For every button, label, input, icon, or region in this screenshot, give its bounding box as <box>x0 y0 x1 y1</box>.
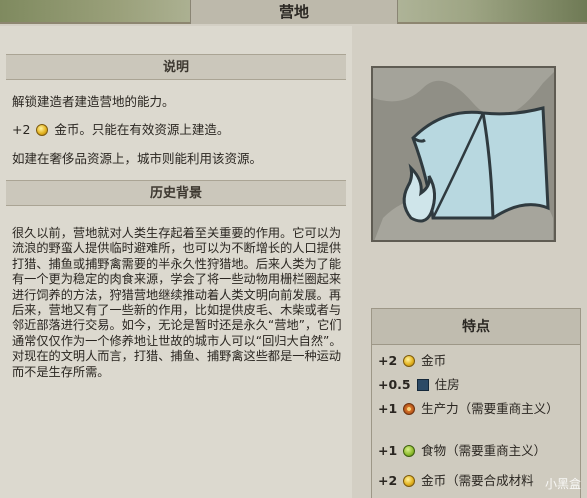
trait-label: 食物（需要重商主义） <box>421 443 547 458</box>
improvement-image <box>371 66 556 242</box>
traits-heading: 特点 <box>372 309 580 345</box>
trait-label: 住房 <box>434 377 460 392</box>
trait-row: +1 食物（需要重商主义） <box>378 443 578 459</box>
trait-row: +2 金币 <box>378 353 578 369</box>
trait-label: 金币（需要合成材料 <box>421 473 534 488</box>
trait-amount: +1 <box>378 401 398 416</box>
trait-row: +0.5 住房 <box>378 377 578 393</box>
description-heading: 说明 <box>6 54 346 80</box>
traits-panel: 特点 +2 金币 +0.5 住房 +1 生产力（需要重商主义） +1 食物（需要… <box>371 308 581 498</box>
trait-amount: +2 <box>378 473 398 488</box>
house-icon <box>416 379 429 391</box>
history-text: 很久以前，营地就对人类生存起着至关重要的作用。它可以为流浪的野蛮人提供临时避难所… <box>12 226 342 379</box>
trait-amount: +2 <box>378 353 398 368</box>
description-line-2: +2 金币。只能在有效资源上建造。 <box>12 122 344 138</box>
window-title: 营地 <box>190 0 398 24</box>
gold-icon <box>36 124 49 136</box>
watermark: 小黑盒 <box>544 477 581 491</box>
trait-amount: +0.5 <box>378 377 411 392</box>
trait-label: 金币 <box>421 353 447 368</box>
description-line-1: 解锁建造者建造营地的能力。 <box>12 94 175 109</box>
gold-icon <box>403 475 416 487</box>
history-heading: 历史背景 <box>6 180 346 206</box>
trait-amount: +1 <box>378 443 398 458</box>
description-line-2-text: 金币。只能在有效资源上建造。 <box>54 122 230 137</box>
trait-row: +1 生产力（需要重商主义） <box>378 401 578 417</box>
gold-amount: +2 <box>12 122 31 137</box>
tent-icon <box>373 68 554 240</box>
description-line-3: 如建在奢侈品资源上，城市则能利用该资源。 <box>12 151 263 166</box>
gold-icon <box>403 355 416 367</box>
food-icon <box>403 445 416 457</box>
trait-label: 生产力（需要重商主义） <box>421 401 559 416</box>
right-panel: 特点 +2 金币 +0.5 住房 +1 生产力（需要重商主义） +1 食物（需要… <box>356 26 587 498</box>
left-panel: 说明 解锁建造者建造营地的能力。 +2 金币。只能在有效资源上建造。 如建在奢侈… <box>0 26 352 498</box>
production-icon <box>403 403 416 415</box>
